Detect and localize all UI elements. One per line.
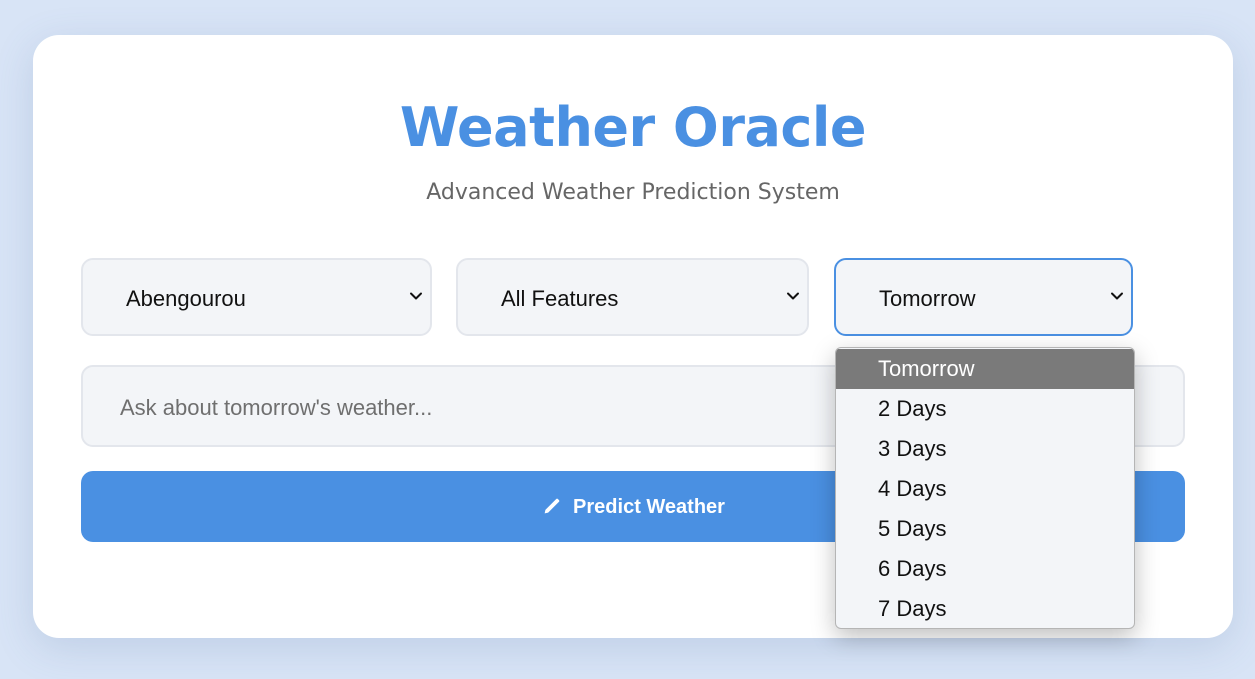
chevron-down-icon	[1111, 292, 1123, 300]
predict-button-label: Predict Weather	[573, 496, 725, 518]
chevron-down-icon	[787, 292, 799, 300]
period-select[interactable]: Tomorrow	[834, 258, 1133, 336]
period-select-value: Tomorrow	[879, 286, 976, 311]
dropdown-option[interactable]: 2 Days	[836, 389, 1134, 429]
chevron-down-icon	[410, 292, 422, 300]
features-select-value: All Features	[501, 286, 619, 311]
dropdown-option[interactable]: 6 Days	[836, 549, 1134, 589]
features-select[interactable]: All Features	[456, 258, 809, 336]
page-title: Weather Oracle	[399, 96, 867, 159]
period-dropdown-list: Tomorrow 2 Days 3 Days 4 Days 5 Days 6 D…	[835, 347, 1135, 629]
dropdown-option[interactable]: Tomorrow	[836, 349, 1134, 389]
city-select[interactable]: Abengourou	[81, 258, 432, 336]
page-subtitle: Advanced Weather Prediction System	[426, 180, 840, 205]
query-placeholder: Ask about tomorrow's weather...	[120, 395, 433, 420]
dropdown-option[interactable]: 5 Days	[836, 509, 1134, 549]
dropdown-option[interactable]: 7 Days	[836, 589, 1134, 628]
city-select-value: Abengourou	[126, 286, 246, 311]
pencil-icon	[544, 498, 560, 514]
dropdown-option[interactable]: 3 Days	[836, 429, 1134, 469]
dropdown-option[interactable]: 4 Days	[836, 469, 1134, 509]
